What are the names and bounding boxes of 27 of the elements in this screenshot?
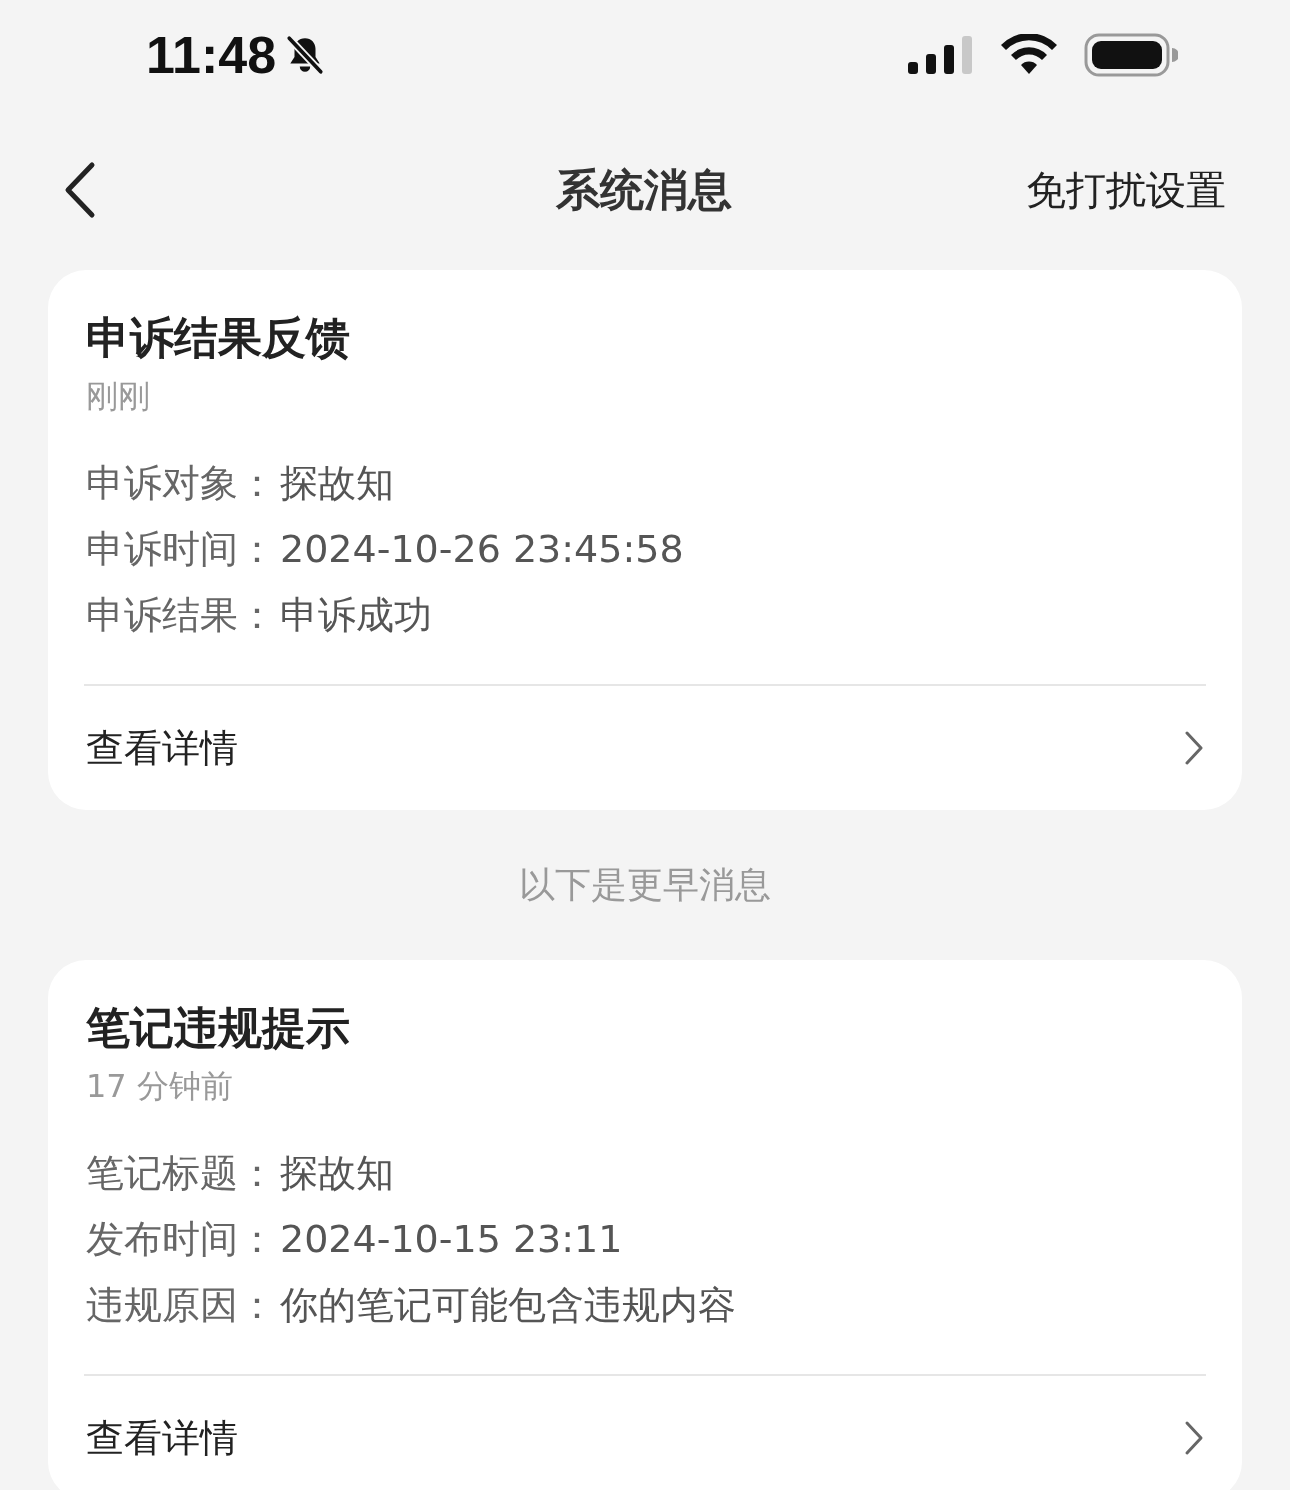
do-not-disturb-button[interactable]: 免打扰设置 bbox=[1026, 162, 1226, 218]
signal-icon bbox=[908, 34, 974, 76]
field-value: 探故知 bbox=[280, 459, 394, 507]
field-label: 违规原因： bbox=[86, 1281, 276, 1329]
page-title: 系统消息 bbox=[556, 162, 732, 217]
status-time: 11:48 bbox=[146, 25, 277, 85]
message-time: 刚刚 bbox=[86, 376, 151, 417]
view-details-link[interactable]: 查看详情 bbox=[86, 1412, 238, 1464]
field-label: 发布时间： bbox=[86, 1215, 276, 1263]
battery-icon bbox=[1084, 33, 1178, 77]
wifi-icon bbox=[1000, 34, 1058, 76]
chevron-right-icon[interactable] bbox=[1184, 730, 1204, 766]
field-value: 探故知 bbox=[280, 1149, 394, 1197]
chevron-right-icon[interactable] bbox=[1184, 1420, 1204, 1456]
field-label: 申诉时间： bbox=[86, 525, 276, 573]
view-details-link[interactable]: 查看详情 bbox=[86, 722, 238, 774]
field-value: 2024-10-26 23:45:58 bbox=[280, 527, 684, 571]
field-label: 笔记标题： bbox=[86, 1149, 276, 1197]
field-value: 你的笔记可能包含违规内容 bbox=[280, 1281, 736, 1329]
field-value: 2024-10-15 23:11 bbox=[280, 1217, 623, 1261]
field-label: 申诉对象： bbox=[86, 459, 276, 507]
message-time: 17 分钟前 bbox=[86, 1066, 234, 1107]
field-value: 申诉成功 bbox=[280, 591, 432, 639]
field-label: 申诉结果： bbox=[86, 591, 276, 639]
message-title: 笔记违规提示 bbox=[86, 1001, 351, 1055]
message-title: 申诉结果反馈 bbox=[86, 311, 351, 365]
earlier-messages-label: 以下是更早消息 bbox=[518, 862, 772, 907]
